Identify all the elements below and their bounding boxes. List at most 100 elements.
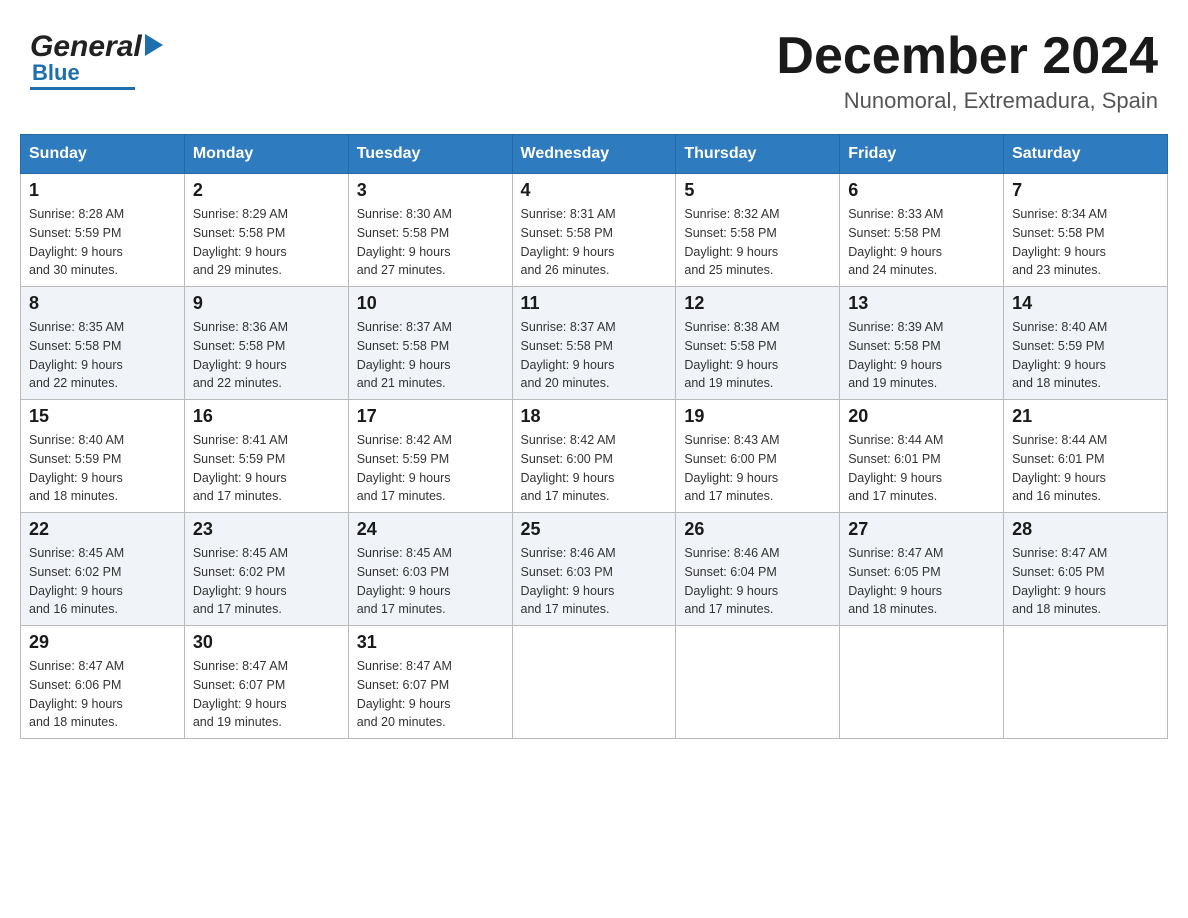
daylight: Daylight: 9 hours — [848, 245, 942, 259]
day-info: Sunrise: 8:44 AM Sunset: 6:01 PM Dayligh… — [848, 431, 995, 506]
day-info: Sunrise: 8:29 AM Sunset: 5:58 PM Dayligh… — [193, 205, 340, 280]
day-info: Sunrise: 8:33 AM Sunset: 5:58 PM Dayligh… — [848, 205, 995, 280]
daylight: Daylight: 9 hours — [684, 471, 778, 485]
calendar-week-row: 1 Sunrise: 8:28 AM Sunset: 5:59 PM Dayli… — [21, 174, 1168, 287]
calendar-day-cell: 30 Sunrise: 8:47 AM Sunset: 6:07 PM Dayl… — [184, 626, 348, 739]
daylight: Daylight: 9 hours — [1012, 358, 1106, 372]
day-number: 18 — [521, 406, 668, 427]
sunrise: Sunrise: 8:43 AM — [684, 433, 779, 447]
daylight-minutes: and 21 minutes. — [357, 376, 446, 390]
day-info: Sunrise: 8:35 AM Sunset: 5:58 PM Dayligh… — [29, 318, 176, 393]
day-info: Sunrise: 8:28 AM Sunset: 5:59 PM Dayligh… — [29, 205, 176, 280]
day-info: Sunrise: 8:45 AM Sunset: 6:03 PM Dayligh… — [357, 544, 504, 619]
day-info: Sunrise: 8:47 AM Sunset: 6:06 PM Dayligh… — [29, 657, 176, 732]
col-tuesday: Tuesday — [348, 135, 512, 174]
sunrise: Sunrise: 8:39 AM — [848, 320, 943, 334]
day-info: Sunrise: 8:45 AM Sunset: 6:02 PM Dayligh… — [29, 544, 176, 619]
col-wednesday: Wednesday — [512, 135, 676, 174]
sunset: Sunset: 6:05 PM — [1012, 565, 1104, 579]
sunrise: Sunrise: 8:44 AM — [848, 433, 943, 447]
calendar-day-cell: 11 Sunrise: 8:37 AM Sunset: 5:58 PM Dayl… — [512, 287, 676, 400]
day-number: 13 — [848, 293, 995, 314]
sunset: Sunset: 5:59 PM — [1012, 339, 1104, 353]
daylight-minutes: and 17 minutes. — [684, 489, 773, 503]
day-info: Sunrise: 8:38 AM Sunset: 5:58 PM Dayligh… — [684, 318, 831, 393]
daylight-minutes: and 29 minutes. — [193, 263, 282, 277]
sunset: Sunset: 5:58 PM — [193, 226, 285, 240]
daylight: Daylight: 9 hours — [193, 245, 287, 259]
sunset: Sunset: 6:03 PM — [521, 565, 613, 579]
daylight-minutes: and 16 minutes. — [29, 602, 118, 616]
sunset: Sunset: 6:07 PM — [193, 678, 285, 692]
day-number: 19 — [684, 406, 831, 427]
day-number: 10 — [357, 293, 504, 314]
day-info: Sunrise: 8:46 AM Sunset: 6:03 PM Dayligh… — [521, 544, 668, 619]
day-info: Sunrise: 8:42 AM Sunset: 6:00 PM Dayligh… — [521, 431, 668, 506]
sunrise: Sunrise: 8:47 AM — [848, 546, 943, 560]
sunrise: Sunrise: 8:45 AM — [29, 546, 124, 560]
day-number: 12 — [684, 293, 831, 314]
daylight: Daylight: 9 hours — [193, 697, 287, 711]
daylight: Daylight: 9 hours — [848, 584, 942, 598]
sunrise: Sunrise: 8:44 AM — [1012, 433, 1107, 447]
empty-cell — [512, 626, 676, 739]
daylight-minutes: and 19 minutes. — [848, 376, 937, 390]
sunset: Sunset: 6:01 PM — [1012, 452, 1104, 466]
day-info: Sunrise: 8:46 AM Sunset: 6:04 PM Dayligh… — [684, 544, 831, 619]
daylight: Daylight: 9 hours — [1012, 245, 1106, 259]
day-info: Sunrise: 8:30 AM Sunset: 5:58 PM Dayligh… — [357, 205, 504, 280]
daylight: Daylight: 9 hours — [1012, 471, 1106, 485]
sunset: Sunset: 5:59 PM — [29, 226, 121, 240]
calendar-day-cell: 27 Sunrise: 8:47 AM Sunset: 6:05 PM Dayl… — [840, 513, 1004, 626]
title-section: December 2024 Nunomoral, Extremadura, Sp… — [776, 30, 1158, 114]
sunset: Sunset: 5:58 PM — [848, 226, 940, 240]
daylight: Daylight: 9 hours — [521, 584, 615, 598]
sunset: Sunset: 6:05 PM — [848, 565, 940, 579]
calendar-day-cell: 19 Sunrise: 8:43 AM Sunset: 6:00 PM Dayl… — [676, 400, 840, 513]
daylight-minutes: and 16 minutes. — [1012, 489, 1101, 503]
day-info: Sunrise: 8:40 AM Sunset: 5:59 PM Dayligh… — [29, 431, 176, 506]
daylight-minutes: and 24 minutes. — [848, 263, 937, 277]
daylight-minutes: and 19 minutes. — [684, 376, 773, 390]
sunset: Sunset: 5:59 PM — [193, 452, 285, 466]
calendar-week-row: 15 Sunrise: 8:40 AM Sunset: 5:59 PM Dayl… — [21, 400, 1168, 513]
day-info: Sunrise: 8:41 AM Sunset: 5:59 PM Dayligh… — [193, 431, 340, 506]
daylight: Daylight: 9 hours — [357, 358, 451, 372]
calendar-day-cell: 12 Sunrise: 8:38 AM Sunset: 5:58 PM Dayl… — [676, 287, 840, 400]
daylight: Daylight: 9 hours — [29, 358, 123, 372]
daylight: Daylight: 9 hours — [29, 245, 123, 259]
sunrise: Sunrise: 8:47 AM — [29, 659, 124, 673]
daylight: Daylight: 9 hours — [193, 358, 287, 372]
calendar-day-cell: 9 Sunrise: 8:36 AM Sunset: 5:58 PM Dayli… — [184, 287, 348, 400]
col-sunday: Sunday — [21, 135, 185, 174]
sunset: Sunset: 6:02 PM — [193, 565, 285, 579]
sunrise: Sunrise: 8:38 AM — [684, 320, 779, 334]
sunrise: Sunrise: 8:29 AM — [193, 207, 288, 221]
calendar-day-cell: 20 Sunrise: 8:44 AM Sunset: 6:01 PM Dayl… — [840, 400, 1004, 513]
col-friday: Friday — [840, 135, 1004, 174]
calendar-day-cell: 6 Sunrise: 8:33 AM Sunset: 5:58 PM Dayli… — [840, 174, 1004, 287]
day-number: 21 — [1012, 406, 1159, 427]
daylight: Daylight: 9 hours — [193, 584, 287, 598]
sunset: Sunset: 6:04 PM — [684, 565, 776, 579]
sunset: Sunset: 5:58 PM — [521, 226, 613, 240]
sunrise: Sunrise: 8:45 AM — [193, 546, 288, 560]
sunset: Sunset: 5:58 PM — [1012, 226, 1104, 240]
calendar-day-cell: 7 Sunrise: 8:34 AM Sunset: 5:58 PM Dayli… — [1004, 174, 1168, 287]
day-number: 3 — [357, 180, 504, 201]
sunrise: Sunrise: 8:30 AM — [357, 207, 452, 221]
calendar-day-cell: 21 Sunrise: 8:44 AM Sunset: 6:01 PM Dayl… — [1004, 400, 1168, 513]
calendar-day-cell: 5 Sunrise: 8:32 AM Sunset: 5:58 PM Dayli… — [676, 174, 840, 287]
daylight: Daylight: 9 hours — [29, 471, 123, 485]
calendar-day-cell: 24 Sunrise: 8:45 AM Sunset: 6:03 PM Dayl… — [348, 513, 512, 626]
sunset: Sunset: 5:58 PM — [684, 339, 776, 353]
empty-cell — [840, 626, 1004, 739]
sunrise: Sunrise: 8:36 AM — [193, 320, 288, 334]
day-info: Sunrise: 8:43 AM Sunset: 6:00 PM Dayligh… — [684, 431, 831, 506]
day-info: Sunrise: 8:36 AM Sunset: 5:58 PM Dayligh… — [193, 318, 340, 393]
day-info: Sunrise: 8:39 AM Sunset: 5:58 PM Dayligh… — [848, 318, 995, 393]
sunrise: Sunrise: 8:47 AM — [357, 659, 452, 673]
daylight-minutes: and 22 minutes. — [29, 376, 118, 390]
daylight: Daylight: 9 hours — [521, 471, 615, 485]
sunset: Sunset: 5:58 PM — [29, 339, 121, 353]
